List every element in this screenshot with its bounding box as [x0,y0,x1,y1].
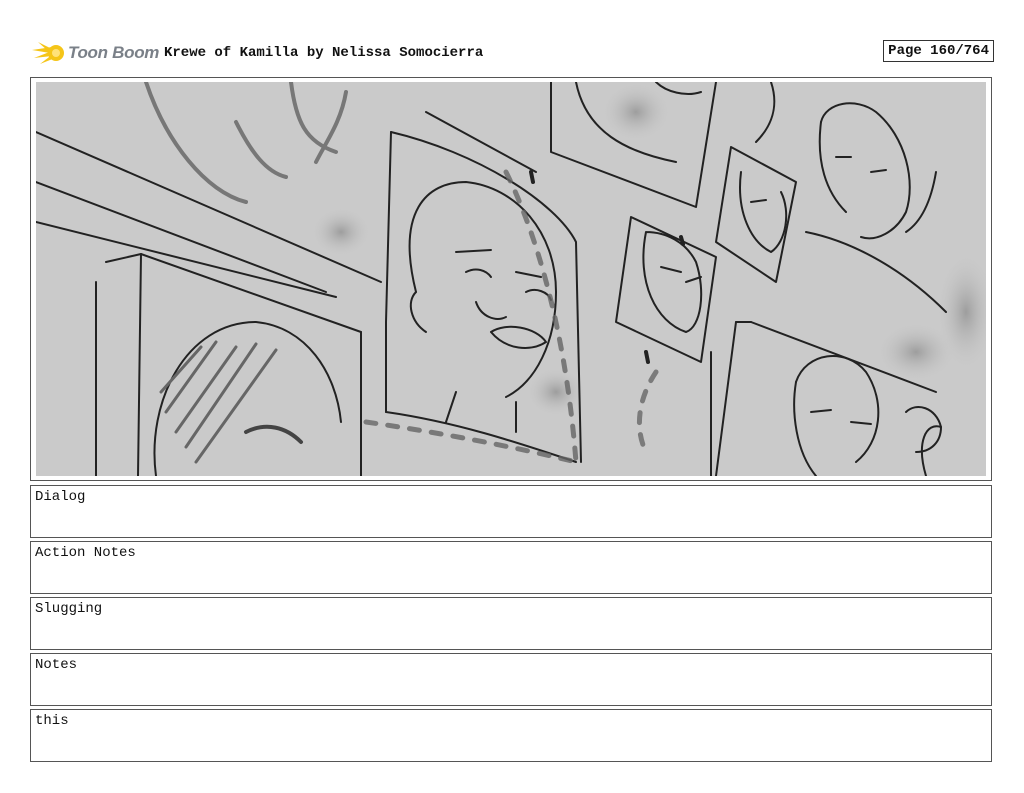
logo-text: Toon Boom [68,43,160,62]
action-notes-field[interactable]: Action Notes [30,541,992,594]
action-notes-label: Action Notes [35,545,136,561]
this-field[interactable]: this [30,709,992,762]
storyboard-sketch-image [36,82,986,476]
storyboard-title: Krewe of Kamilla by Nelissa Somocierra [164,45,484,61]
toon-boom-logo: Toon Boom [30,36,159,70]
slugging-field[interactable]: Slugging [30,597,992,650]
starburst-icon [32,42,64,64]
panel-sketch [36,82,986,476]
this-label: this [35,713,69,729]
dialog-label: Dialog [35,489,86,505]
page-header: Toon Boom Krewe of Kamilla by Nelissa So… [30,36,994,70]
storyboard-panel [30,77,992,481]
storyboard-page: Toon Boom Krewe of Kamilla by Nelissa So… [0,0,1024,793]
notes-label: Notes [35,657,78,673]
slugging-label: Slugging [35,601,103,617]
dialog-field[interactable]: Dialog [30,485,992,538]
page-number: Page 160/764 [883,40,994,62]
notes-field[interactable]: Notes [30,653,992,706]
